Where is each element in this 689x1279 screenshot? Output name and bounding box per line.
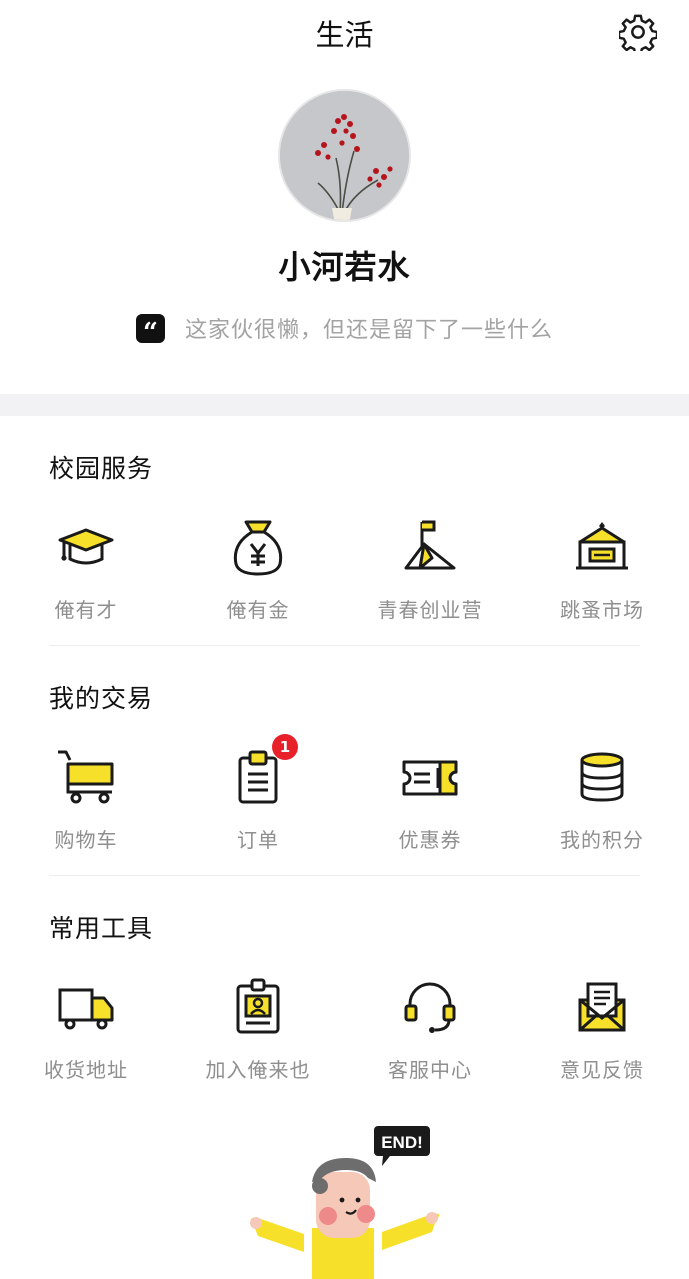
speech-bubble-text: END!	[381, 1133, 423, 1152]
item-label: 订单	[237, 828, 279, 852]
item-label: 客服中心	[388, 1058, 472, 1082]
item-label: 购物车	[54, 828, 118, 852]
headset-icon	[398, 976, 462, 1040]
envelope-letter-icon	[570, 976, 634, 1040]
gear-icon[interactable]	[617, 13, 659, 56]
graduation-cap-icon	[54, 516, 118, 580]
order-count-badge: 1	[272, 734, 298, 760]
section-title: 我的交易	[49, 684, 154, 713]
quote-icon: “	[135, 313, 165, 346]
trade-item-coupons[interactable]: 优惠券	[344, 746, 516, 876]
item-label: 我的积分	[560, 828, 644, 852]
coin-stack-icon	[570, 746, 634, 810]
item-label: 意见反馈	[560, 1058, 644, 1082]
username: 小河若水	[278, 248, 411, 286]
page-title: 生活	[315, 18, 374, 52]
section-title: 校园服务	[49, 454, 154, 483]
divider	[49, 875, 640, 876]
service-item-money[interactable]: 俺有金	[172, 516, 344, 646]
tool-item-support[interactable]: 客服中心	[344, 976, 516, 1106]
my-trades-grid: 购物车 1 订单 优惠券 我的积分	[0, 734, 689, 876]
trade-item-cart[interactable]: 购物车	[0, 746, 172, 876]
top-bar: 生活	[0, 0, 689, 64]
shopping-cart-icon	[54, 746, 118, 810]
trade-item-orders[interactable]: 1 订单	[172, 734, 344, 876]
avatar[interactable]	[278, 89, 411, 222]
market-stall-icon	[570, 516, 634, 580]
tool-item-address[interactable]: 收货地址	[0, 976, 172, 1106]
id-badge-icon	[226, 976, 290, 1040]
tool-item-join[interactable]: 加入俺来也	[172, 976, 344, 1106]
delivery-truck-icon	[54, 976, 118, 1040]
end-mascot-illustration: END!	[246, 1120, 446, 1279]
signature-row[interactable]: “ 这家伙很懒，但还是留下了一些什么	[0, 312, 689, 346]
item-label: 优惠券	[398, 828, 462, 852]
item-label: 俺有金	[226, 598, 290, 622]
signature-text: 这家伙很懒，但还是留下了一些什么	[184, 318, 553, 343]
money-bag-icon	[226, 516, 290, 580]
coupon-ticket-icon	[398, 746, 462, 810]
section-title: 常用工具	[49, 914, 154, 943]
item-label: 加入俺来也	[205, 1058, 311, 1082]
item-label: 青春创业营	[377, 598, 483, 622]
item-label: 收货地址	[44, 1058, 128, 1082]
tool-item-feedback[interactable]: 意见反馈	[516, 976, 688, 1106]
service-item-talent[interactable]: 俺有才	[0, 516, 172, 646]
divider	[49, 645, 640, 646]
service-item-startup-camp[interactable]: 青春创业营	[344, 516, 516, 646]
item-label: 跳蚤市场	[560, 598, 644, 622]
tent-icon	[398, 516, 462, 580]
trade-item-points[interactable]: 我的积分	[516, 746, 688, 876]
service-item-flea-market[interactable]: 跳蚤市场	[516, 516, 688, 646]
section-separator	[0, 394, 689, 416]
common-tools-grid: 收货地址 加入俺来也 客服中心 意见反馈	[0, 976, 689, 1106]
campus-services-grid: 俺有才 俺有金 青春创业营 跳蚤市场	[0, 516, 689, 646]
profile-card: 小河若水 “ 这家伙很懒，但还是留下了一些什么	[0, 64, 689, 394]
item-label: 俺有才	[54, 598, 118, 622]
